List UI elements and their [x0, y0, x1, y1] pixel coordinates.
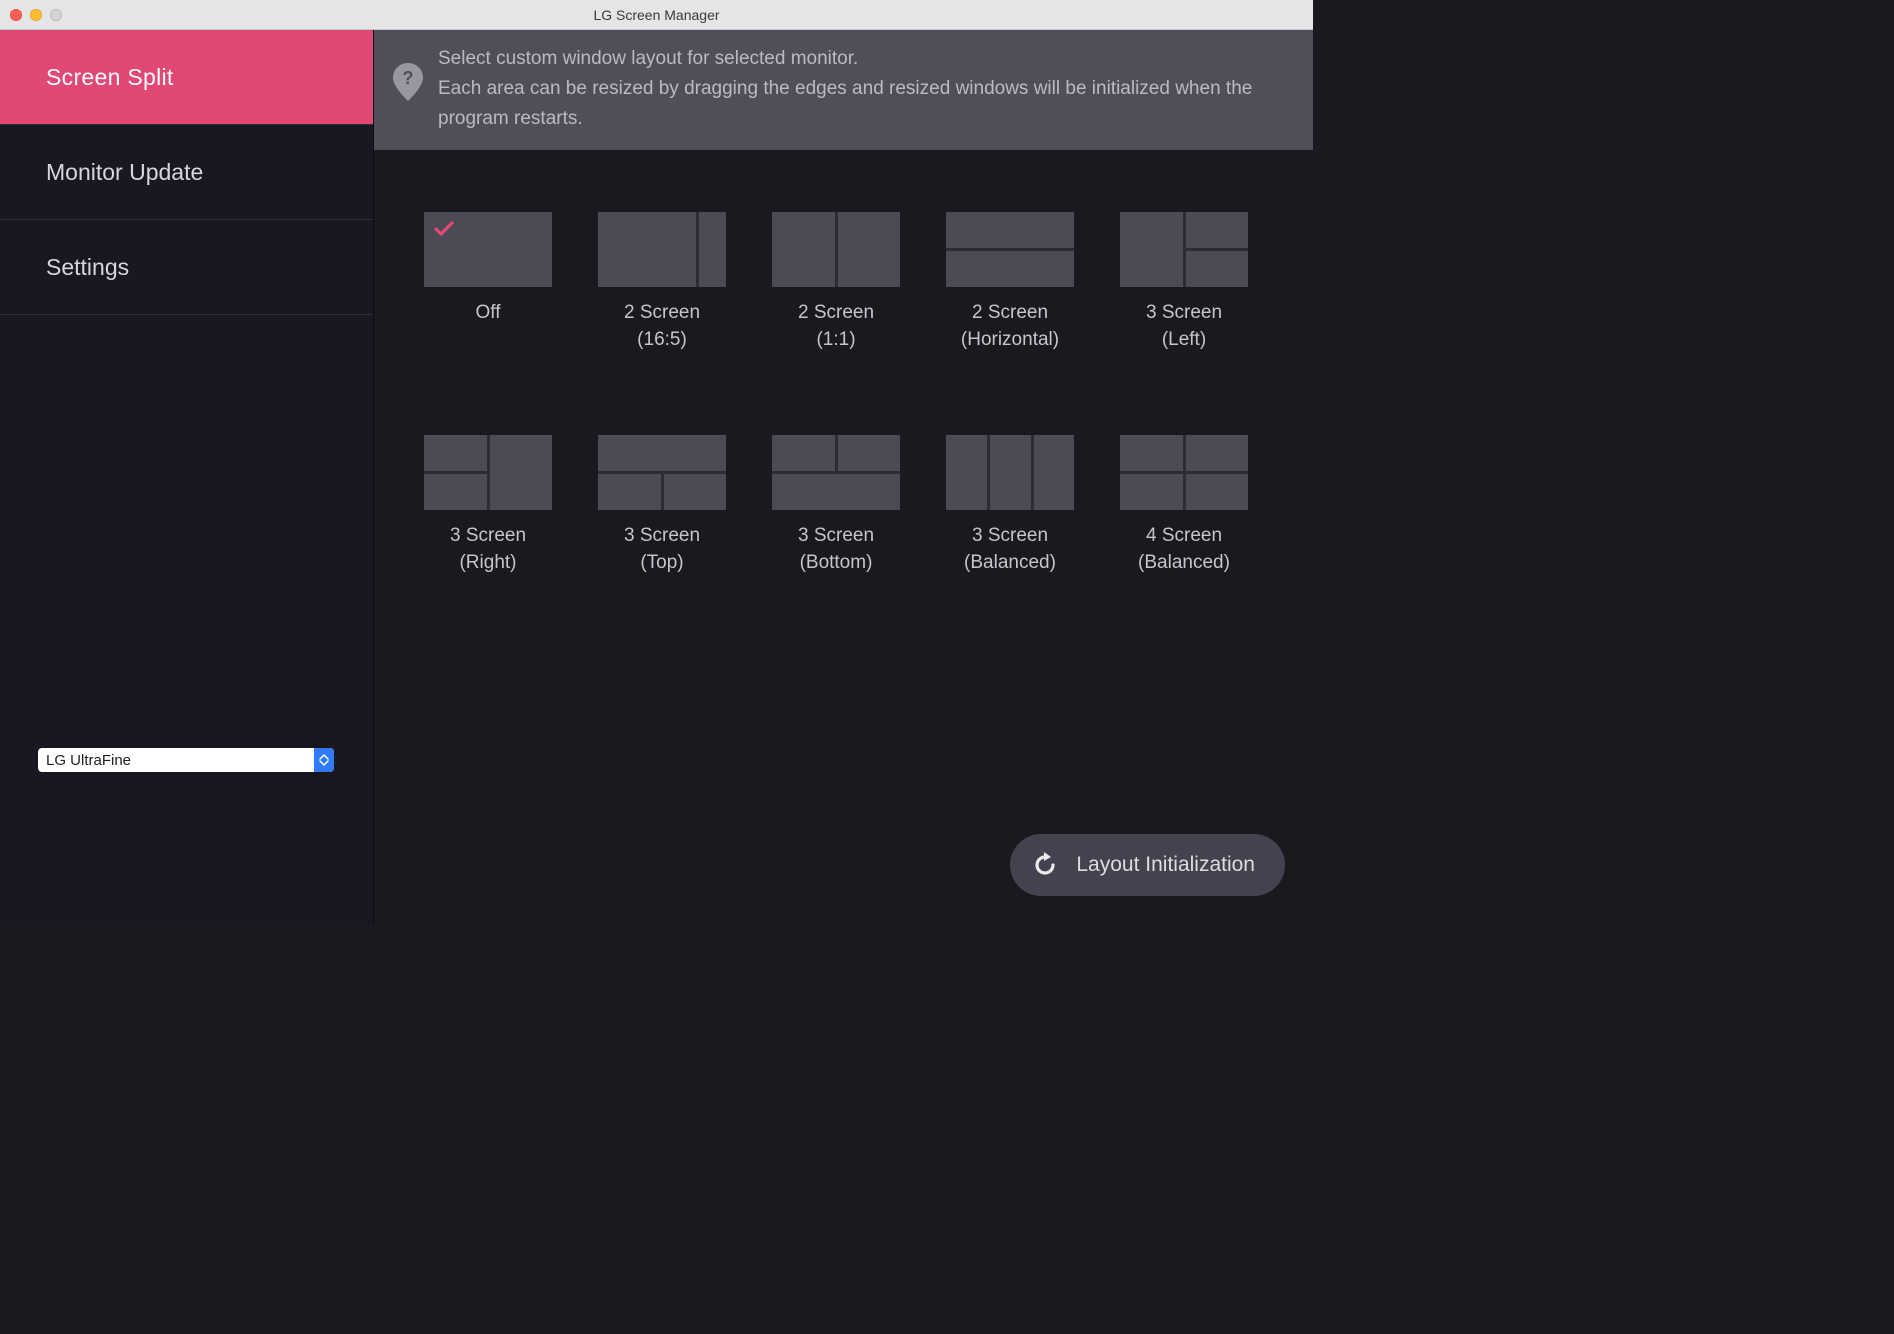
info-banner: ? Select custom window layout for select… — [374, 30, 1313, 150]
layout-label-2: (Balanced) — [1138, 549, 1230, 576]
sidebar-item-label: Monitor Update — [46, 159, 203, 186]
info-banner-text: Select custom window layout for selected… — [438, 44, 1295, 134]
check-icon — [434, 221, 454, 242]
layout-initialization-label: Layout Initialization — [1076, 853, 1255, 877]
sidebar-item-screen-split[interactable]: Screen Split — [0, 30, 373, 125]
info-line-2: Each area can be resized by dragging the… — [438, 74, 1295, 134]
reload-icon — [1032, 852, 1058, 878]
layout-grid: Off 2 Screen (16:5) — [374, 150, 1313, 606]
monitor-select-value: LG UltraFine — [38, 752, 314, 769]
layout-option-3-top[interactable]: 3 Screen (Top) — [598, 435, 726, 576]
layout-option-3-bottom[interactable]: 3 Screen (Bottom) — [772, 435, 900, 576]
sidebar-item-monitor-update[interactable]: Monitor Update — [0, 125, 373, 220]
layout-preview — [424, 212, 552, 287]
monitor-select[interactable]: LG UltraFine — [38, 748, 334, 772]
layout-preview — [772, 435, 900, 510]
layout-label-2: (16:5) — [624, 326, 700, 353]
layout-label-2: (Bottom) — [798, 549, 874, 576]
layout-option-2-16-5[interactable]: 2 Screen (16:5) — [598, 212, 726, 353]
content-area: Screen Split Monitor Update Settings LG … — [0, 30, 1313, 924]
layout-option-3-balanced[interactable]: 3 Screen (Balanced) — [946, 435, 1074, 576]
layout-label-1: 3 Screen — [1146, 299, 1222, 326]
info-line-1: Select custom window layout for selected… — [438, 44, 1295, 74]
layout-preview — [424, 435, 552, 510]
layout-preview — [1120, 435, 1248, 510]
titlebar[interactable]: LG Screen Manager — [0, 0, 1313, 30]
layout-label-1: 3 Screen — [964, 522, 1056, 549]
layout-option-3-right[interactable]: 3 Screen (Right) — [424, 435, 552, 576]
layout-option-2-1-1[interactable]: 2 Screen (1:1) — [772, 212, 900, 353]
layout-option-4-balanced[interactable]: 4 Screen (Balanced) — [1120, 435, 1248, 576]
layout-preview — [772, 212, 900, 287]
main-panel: ? Select custom window layout for select… — [374, 30, 1313, 924]
layout-preview — [946, 435, 1074, 510]
layout-preview — [598, 435, 726, 510]
layout-label-2: (Left) — [1146, 326, 1222, 353]
sidebar-item-settings[interactable]: Settings — [0, 220, 373, 315]
layout-label-2: (Right) — [450, 549, 526, 576]
layout-option-2-horizontal[interactable]: 2 Screen (Horizontal) — [946, 212, 1074, 353]
layout-label-2: (Horizontal) — [961, 326, 1059, 353]
layout-preview — [1120, 212, 1248, 287]
sidebar-item-label: Screen Split — [46, 64, 174, 91]
layout-initialization-button[interactable]: Layout Initialization — [1010, 834, 1285, 896]
help-pin-icon: ? — [392, 62, 424, 102]
layout-label-1: 3 Screen — [450, 522, 526, 549]
layout-label-1: Off — [476, 299, 501, 326]
layout-label-2: (Balanced) — [964, 549, 1056, 576]
stepper-arrows-icon[interactable] — [314, 748, 334, 772]
layout-preview — [946, 212, 1074, 287]
layout-option-off[interactable]: Off — [424, 212, 552, 353]
layout-label-1: 2 Screen — [624, 299, 700, 326]
layout-label-2: (1:1) — [798, 326, 874, 353]
layout-label-1: 2 Screen — [798, 299, 874, 326]
layout-preview — [598, 212, 726, 287]
layout-label-1: 2 Screen — [961, 299, 1059, 326]
sidebar-item-label: Settings — [46, 254, 129, 281]
svg-text:?: ? — [403, 68, 414, 88]
sidebar: Screen Split Monitor Update Settings LG … — [0, 30, 374, 924]
layout-label-1: 3 Screen — [798, 522, 874, 549]
window-title: LG Screen Manager — [0, 7, 1313, 23]
layout-option-3-left[interactable]: 3 Screen (Left) — [1120, 212, 1248, 353]
layout-label-1: 3 Screen — [624, 522, 700, 549]
app-window: LG Screen Manager Screen Split Monitor U… — [0, 0, 1313, 924]
layout-label-2: (Top) — [624, 549, 700, 576]
layout-label-1: 4 Screen — [1138, 522, 1230, 549]
footer: Layout Initialization — [374, 834, 1313, 924]
